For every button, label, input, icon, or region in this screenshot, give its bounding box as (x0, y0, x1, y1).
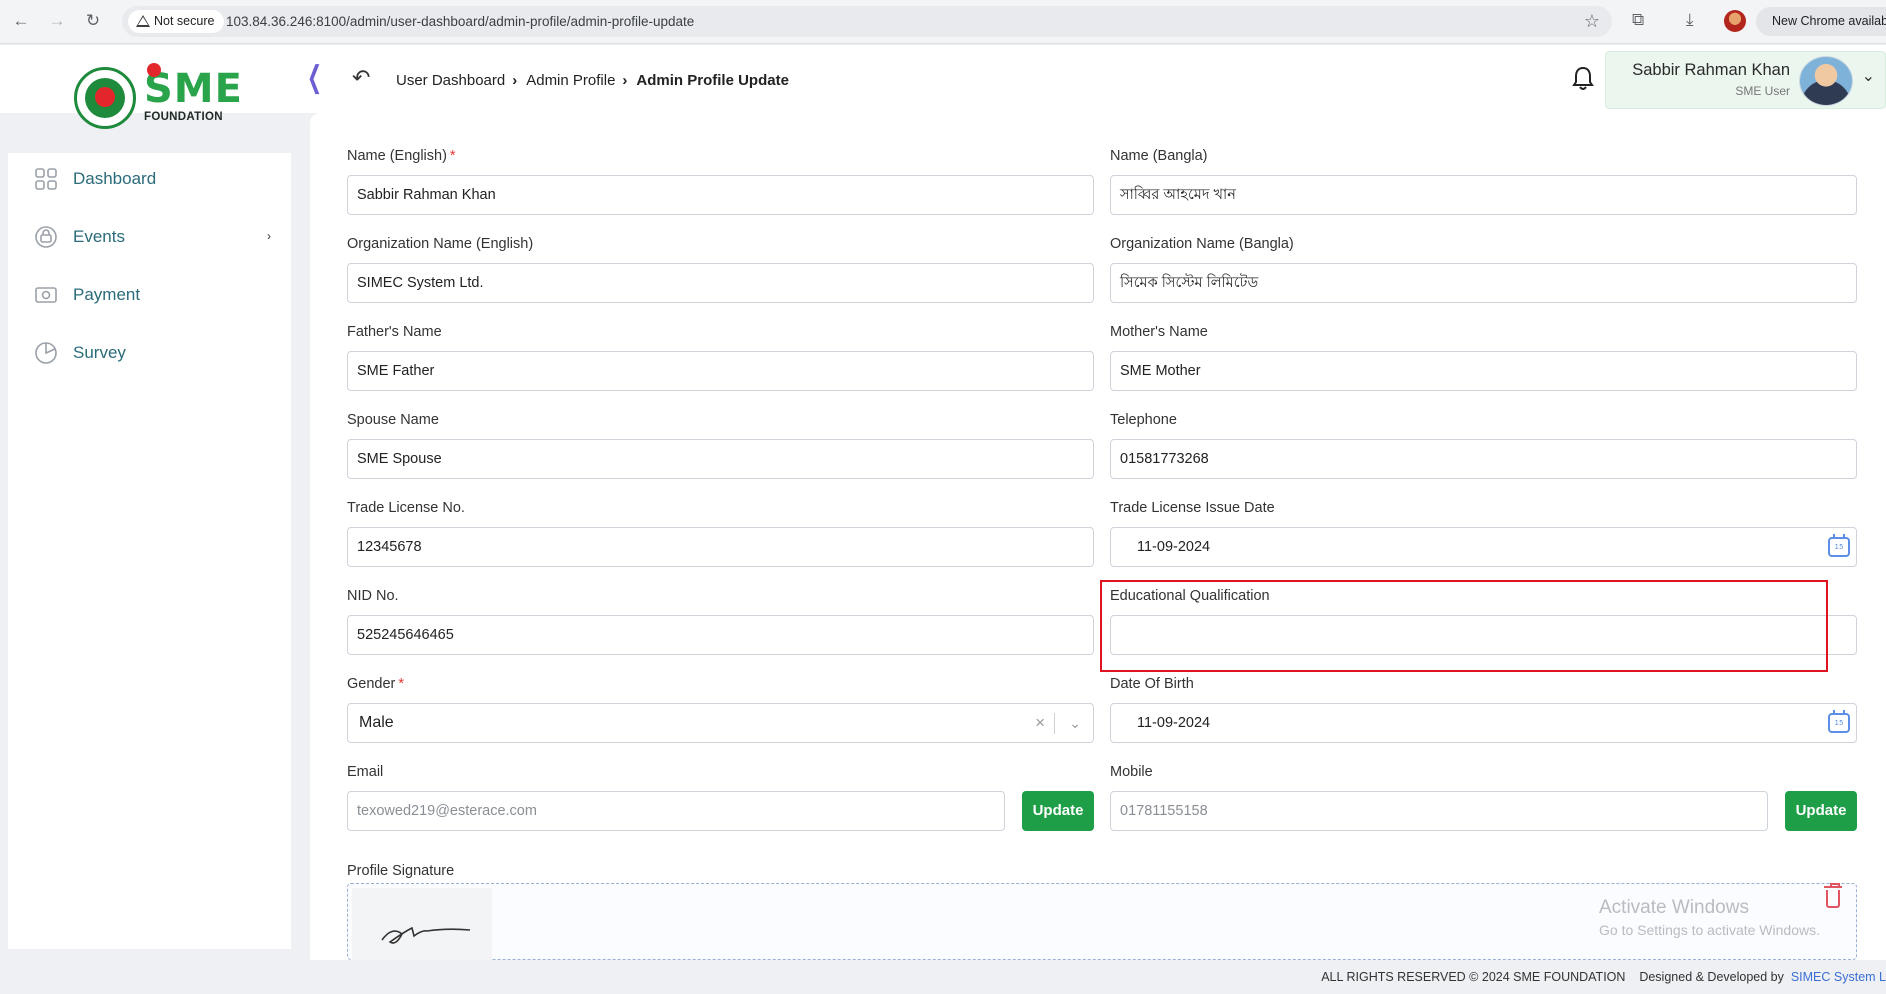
trade-license-input[interactable]: 12345678 (347, 527, 1094, 567)
name-english-label: Name (English) * (347, 148, 456, 164)
back-arrow-icon[interactable]: ← (10, 10, 32, 32)
calendar-icon[interactable] (1828, 534, 1850, 557)
sidebar-item-label: Dashboard (73, 169, 157, 188)
org-bangla-label: Organization Name (Bangla) (1110, 236, 1294, 252)
activate-windows-title: Activate Windows (1599, 897, 1749, 918)
chevron-down-icon[interactable]: ⌄ (1069, 704, 1081, 742)
sidebar: Dashboard Events › Payment Survey (8, 153, 291, 949)
new-chrome-available-button[interactable]: New Chrome available (1756, 7, 1886, 36)
footer-developer-link[interactable]: SIMEC System L (1791, 970, 1886, 984)
dob-label: Date Of Birth (1110, 676, 1194, 692)
update-email-button[interactable]: Update (1022, 791, 1094, 831)
trade-license-date-value: 11-09-2024 (1137, 539, 1211, 555)
user-name: Sabbir Rahman Khan (1632, 61, 1790, 79)
breadcrumb-user-dashboard[interactable]: User Dashboard (396, 72, 505, 89)
address-bar[interactable]: Not secure 103.84.36.246:8100/admin/user… (122, 6, 1612, 37)
mobile-label: Mobile (1110, 764, 1153, 780)
sidebar-item-survey[interactable]: Survey (8, 327, 291, 379)
clear-icon[interactable]: × (1035, 704, 1045, 742)
sidebar-item-events[interactable]: Events › (8, 211, 291, 263)
bookmark-star-icon[interactable]: ☆ (1584, 6, 1600, 37)
email-label: Email (347, 764, 384, 780)
mother-name-label: Mother's Name (1110, 324, 1208, 340)
chevron-right-icon: › (512, 72, 518, 89)
forward-arrow-icon[interactable]: → (46, 10, 68, 32)
signature-label: Profile Signature (347, 863, 455, 879)
back-icon[interactable]: ↶ (352, 65, 370, 91)
reload-icon[interactable]: ↻ (82, 10, 104, 32)
trade-license-date-label: Trade License Issue Date (1110, 500, 1275, 516)
security-chip[interactable]: Not secure (128, 10, 225, 33)
mother-name-input[interactable]: SME Mother (1110, 351, 1857, 391)
logo-dot (147, 63, 161, 77)
grid-icon (35, 168, 57, 190)
trade-license-date-input[interactable]: 11-09-2024 (1110, 527, 1857, 567)
org-english-input[interactable]: SIMEC System Ltd. (347, 263, 1094, 303)
email-input[interactable]: texowed219@esterace.com (347, 791, 1005, 831)
update-mobile-button[interactable]: Update (1785, 791, 1857, 831)
sidebar-collapse-icon[interactable]: ❮ (307, 63, 322, 93)
delete-icon[interactable] (1824, 883, 1842, 908)
telephone-label: Telephone (1110, 412, 1177, 428)
nid-label: NID No. (347, 588, 399, 604)
gender-label: Gender * (347, 676, 405, 692)
url-text[interactable]: 103.84.36.246:8100/admin/user-dashboard/… (226, 6, 694, 37)
mobile-input[interactable]: 01781155158 (1110, 791, 1768, 831)
name-english-input[interactable]: Sabbir Rahman Khan (347, 175, 1094, 215)
extensions-icon[interactable]: ⧉ (1632, 10, 1644, 30)
sme-foundation-logo[interactable]: SME FOUNDATION (74, 63, 242, 131)
security-label: Not secure (154, 14, 215, 28)
org-english-label: Organization Name (English) (347, 236, 534, 252)
telephone-input[interactable]: 01581773268 (1110, 439, 1857, 479)
sidebar-item-label: Survey (73, 343, 126, 362)
payment-icon (35, 287, 57, 303)
breadcrumb-current: Admin Profile Update (636, 72, 789, 89)
user-menu[interactable]: Sabbir Rahman Khan SME User ⌄ (1605, 51, 1886, 109)
events-icon (35, 226, 57, 248)
pie-chart-icon (35, 342, 57, 364)
dob-input[interactable]: 11-09-2024 (1110, 703, 1857, 743)
sidebar-item-label: Events (73, 227, 125, 246)
user-role: SME User (1735, 84, 1790, 98)
sidebar-item-label: Payment (73, 285, 141, 304)
app-header: SME FOUNDATION ❮ ↶ User Dashboard › Admin … (0, 45, 1886, 129)
signature-image (352, 888, 492, 960)
select-divider (1054, 713, 1055, 734)
footer: ALL RIGHTS RESERVED © 2024 SME FOUNDATIO… (0, 960, 1886, 994)
sidebar-item-payment[interactable]: Payment (8, 269, 291, 321)
dob-value: 11-09-2024 (1137, 715, 1211, 731)
name-bangla-label: Name (Bangla) (1110, 148, 1208, 164)
gender-select[interactable]: Male × ⌄ (347, 703, 1094, 743)
browser-toolbar: ← → ↻ Not secure 103.84.36.246:8100/admi… (0, 0, 1886, 44)
spouse-name-input[interactable]: SME Spouse (347, 439, 1094, 479)
calendar-icon[interactable] (1828, 710, 1850, 733)
sidebar-item-dashboard[interactable]: Dashboard (8, 153, 291, 205)
logo-subtitle: FOUNDATION (144, 111, 223, 123)
avatar (1799, 56, 1853, 106)
activate-windows-subtitle: Go to Settings to activate Windows. (1599, 922, 1820, 938)
org-bangla-input[interactable]: সিমেক সিস্টেম লিমিটেড (1110, 263, 1857, 303)
chevron-down-icon[interactable]: ⌄ (1862, 66, 1875, 86)
footer-rights: ALL RIGHTS RESERVED © 2024 SME FOUNDATIO… (1321, 970, 1626, 984)
father-name-label: Father's Name (347, 324, 442, 340)
nid-input[interactable]: 525245646465 (347, 615, 1094, 655)
warning-icon (136, 15, 150, 27)
breadcrumb: User Dashboard › Admin Profile › Admin Profi… (396, 72, 789, 89)
breadcrumb-admin-profile[interactable]: Admin Profile (526, 72, 615, 89)
father-name-input[interactable]: SME Father (347, 351, 1094, 391)
browser-profile-avatar[interactable] (1724, 10, 1746, 32)
gender-value: Male (359, 714, 394, 731)
highlight-annotation-box (1100, 580, 1828, 672)
notification-bell-icon[interactable] (1572, 65, 1594, 91)
chevron-right-icon: › (622, 72, 628, 89)
chevron-right-icon: › (267, 229, 271, 243)
trade-license-label: Trade License No. (347, 500, 465, 516)
download-icon[interactable]: ⤓ (1686, 10, 1694, 30)
footer-designed-by: Designed & Developed by (1639, 970, 1784, 984)
spouse-name-label: Spouse Name (347, 412, 439, 428)
name-bangla-input[interactable]: সাব্বির আহমেদ খান (1110, 175, 1857, 215)
government-emblem-icon (74, 67, 136, 129)
footer-text: ALL RIGHTS RESERVED © 2024 SME FOUNDATIO… (1321, 970, 1886, 984)
